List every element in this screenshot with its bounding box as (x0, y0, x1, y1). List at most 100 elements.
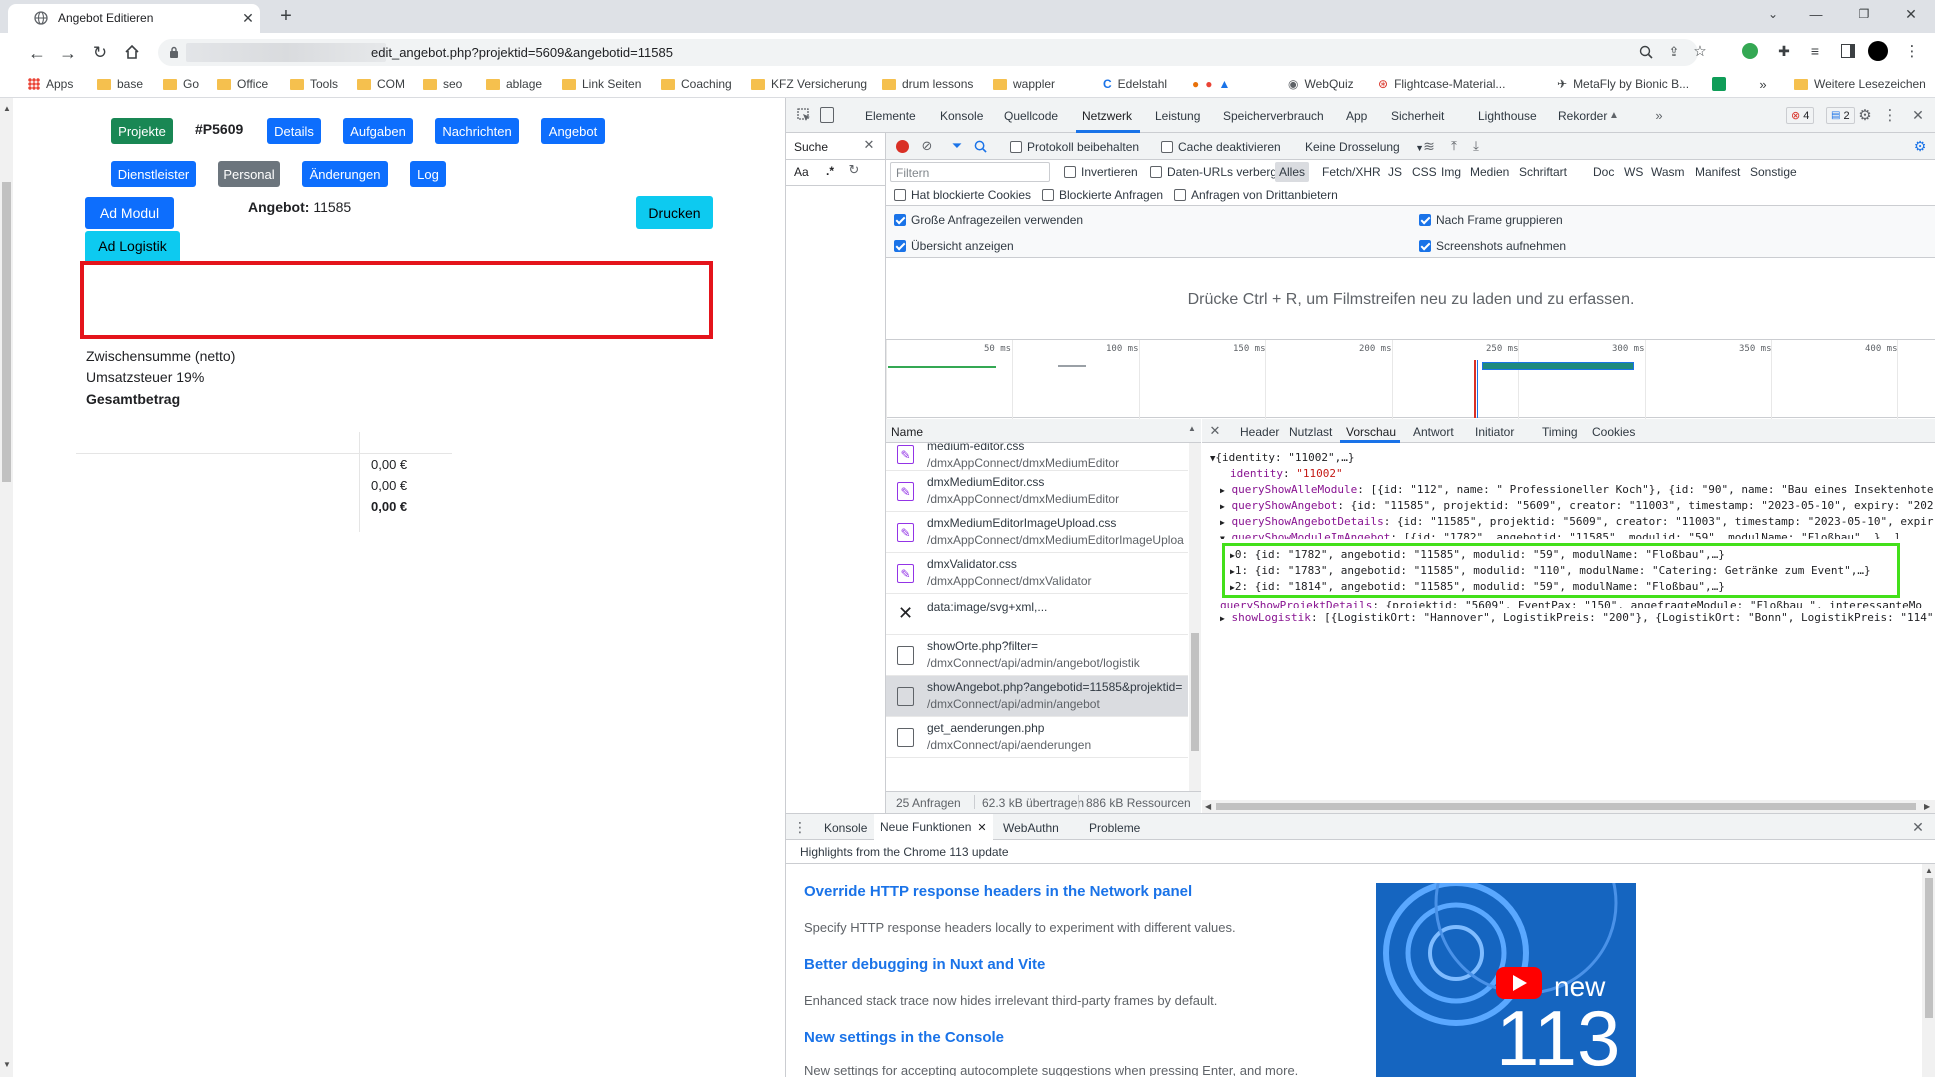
aufgaben-button[interactable]: Aufgaben (343, 118, 413, 144)
scroll-up-icon[interactable]: ▲ (3, 104, 11, 113)
drawer-scrollbar[interactable]: ▲ (1922, 864, 1935, 1077)
request-row[interactable]: get_aenderungen.php /dmxConnect/api/aend… (886, 717, 1188, 758)
blocked-requests-checkbox[interactable]: Blockierte Anfragen (1042, 188, 1163, 202)
request-row[interactable]: ✎ dmxMediumEditor.css /dmxAppConnect/dmx… (886, 471, 1188, 512)
bookmark-star-icon[interactable]: ☆ (1692, 43, 1708, 60)
device-toolbar-icon[interactable] (820, 107, 834, 123)
show-overview-checkbox[interactable]: Übersicht anzeigen (894, 239, 1014, 253)
search-network-icon[interactable] (972, 138, 988, 154)
tab-sicherheit[interactable]: Sicherheit (1391, 109, 1444, 123)
forward-icon[interactable]: → (58, 43, 78, 63)
home-icon[interactable] (122, 42, 142, 62)
scroll-left-icon[interactable]: ◀ (1205, 802, 1211, 811)
settings-gear-icon[interactable]: ⚙ (1856, 106, 1874, 124)
search-tab-label[interactable]: Suche (794, 140, 828, 154)
request-list-scrollbar-thumb[interactable] (1191, 633, 1199, 751)
json-query-show-angebot-details[interactable]: ▶ queryShowAngebotDetails: {id: "11585",… (1220, 515, 1933, 528)
json-query-show-module-im-angebot[interactable]: ▼ queryShowModuleImAngebot: [{id: "1782"… (1220, 531, 1900, 539)
filter-funnel-icon[interactable]: ⏷ (949, 138, 965, 154)
tab-konsole[interactable]: Konsole (940, 109, 983, 123)
hide-data-urls-checkbox[interactable]: Daten-URLs verbergen (1150, 165, 1290, 179)
refresh-search-icon[interactable]: ↻ (846, 162, 862, 178)
reading-list-icon[interactable]: ≡ (1806, 42, 1824, 60)
bookmark-kfz[interactable]: KFZ Versicherung (751, 70, 867, 98)
aenderungen-button[interactable]: Änderungen (302, 161, 388, 187)
personal-button[interactable]: Personal (218, 161, 280, 187)
bookmark-edelstahl[interactable]: C Edelstahl (1103, 70, 1167, 98)
tab-search-icon[interactable]: ⌄ (1765, 6, 1781, 22)
more-bookmarks-chevron-icon[interactable]: » (1756, 76, 1770, 92)
details-button[interactable]: Details (267, 118, 321, 144)
profile-avatar[interactable] (1868, 41, 1888, 61)
detail-tab-header[interactable]: Header (1240, 425, 1279, 439)
scroll-right-icon[interactable]: ▶ (1924, 802, 1930, 811)
json-query-show-projekt-details[interactable]: queryShowProjektDetails: {projektid: "56… (1220, 599, 1922, 608)
large-rows-checkbox[interactable]: Große Anfragezeilen verwenden (894, 213, 1083, 227)
tab-speicherverbrauch[interactable]: Speicherverbrauch (1223, 109, 1324, 123)
share-icon[interactable]: ⇪ (1666, 44, 1682, 60)
tab-netzwerk[interactable]: Netzwerk (1082, 109, 1132, 123)
throttling-select[interactable]: Keine Drosselung ▼ (1305, 140, 1424, 154)
sheets-icon[interactable] (1712, 77, 1726, 91)
bookmark-base[interactable]: base (97, 70, 143, 98)
ad-logistik-button[interactable]: Ad Logistik (85, 231, 180, 261)
tab-app[interactable]: App (1346, 109, 1367, 123)
bookmark-tools[interactable]: Tools (290, 70, 338, 98)
projekte-button[interactable]: Projekte (111, 118, 173, 144)
tab-elemente[interactable]: Elemente (865, 109, 916, 123)
devtools-menu-icon[interactable]: ⋮ (1883, 106, 1898, 124)
filter-type-css[interactable]: CSS (1412, 165, 1437, 179)
whats-new-feature-1[interactable]: Override HTTP response headers in the Ne… (804, 883, 1192, 900)
close-detail-icon[interactable]: ✕ (1208, 423, 1222, 439)
drawer-tab-probleme[interactable]: Probleme (1089, 821, 1140, 835)
inspect-element-icon[interactable] (796, 107, 812, 123)
drawer-tab-neue-funktionen[interactable]: Neue Funktionen ✕ (874, 814, 993, 840)
filter-type-wasm[interactable]: Wasm (1651, 165, 1685, 179)
detail-tab-nutzlast[interactable]: Nutzlast (1289, 425, 1332, 439)
drawer-tab-konsole[interactable]: Konsole (824, 821, 867, 835)
name-column-header[interactable]: Name ▲ (886, 419, 1201, 443)
drawer-menu-icon[interactable]: ⋮ (793, 818, 807, 836)
filter-type-media[interactable]: Medien (1470, 165, 1509, 179)
dienstleister-button[interactable]: Dienstleister (111, 161, 196, 187)
new-tab-icon[interactable]: + (276, 5, 296, 27)
invert-checkbox[interactable]: Invertieren (1064, 165, 1138, 179)
bookmark-link-seiten[interactable]: Link Seiten (562, 70, 641, 98)
tab-quellcode[interactable]: Quellcode (1004, 109, 1058, 123)
restore-icon[interactable]: ❐ (1856, 6, 1872, 22)
close-drawer-icon[interactable]: ✕ (1910, 818, 1926, 836)
request-row[interactable]: ✎ medium-editor.css /dmxAppConnect/dmxMe… (886, 443, 1188, 471)
detail-tab-vorschau[interactable]: Vorschau (1346, 425, 1396, 439)
disable-cache-checkbox[interactable]: Cache deaktivieren (1161, 140, 1281, 154)
detail-tab-cookies[interactable]: Cookies (1592, 425, 1635, 439)
address-bar[interactable]: edit_angebot.php?projektid=5609&angeboti… (158, 39, 1707, 66)
network-settings-icon[interactable]: ⚙ (1911, 137, 1929, 155)
filter-type-ws[interactable]: WS (1624, 165, 1643, 179)
json-root[interactable]: ▼{identity: "11002",…} (1210, 451, 1355, 464)
close-tab-icon[interactable]: ✕ (240, 10, 256, 26)
ad-modul-button[interactable]: Ad Modul (85, 197, 174, 229)
extensions-puzzle-icon[interactable]: ✚ (1775, 42, 1793, 60)
bookmark-metafly[interactable]: ✈ MetaFly by Bionic B... (1557, 70, 1689, 98)
page-scrollbar-thumb[interactable] (2, 182, 11, 482)
error-badge[interactable]: ⊗ 4 (1786, 107, 1815, 124)
feature-title[interactable]: New settings in the Console (804, 1029, 1004, 1046)
back-icon[interactable]: ← (27, 43, 47, 63)
capture-screenshots-checkbox[interactable]: Screenshots aufnehmen (1419, 239, 1566, 253)
feature-title[interactable]: Override HTTP response headers in the Ne… (804, 883, 1192, 900)
drawer-scrollbar-thumb[interactable] (1925, 878, 1933, 1018)
whats-new-feature-3[interactable]: New settings in the Console (804, 1029, 1004, 1046)
bookmark-coaching[interactable]: Coaching (661, 70, 732, 98)
scroll-down-icon[interactable]: ▼ (3, 1060, 11, 1069)
regex-toggle[interactable]: .* (826, 164, 834, 178)
message-badge[interactable]: ▤ 2 (1826, 107, 1855, 124)
bookmark-ablage[interactable]: ablage (486, 70, 542, 98)
reload-icon[interactable]: ↻ (90, 43, 110, 63)
export-har-icon[interactable]: ⤓ (1468, 137, 1484, 155)
network-conditions-icon[interactable]: ≋ (1420, 137, 1438, 155)
detail-tab-antwort[interactable]: Antwort (1413, 425, 1454, 439)
request-row[interactable]: showOrte.php?filter= /dmxConnect/api/adm… (886, 635, 1188, 676)
preview-h-scrollbar[interactable]: ◀ ▶ (1202, 800, 1935, 813)
filter-type-font[interactable]: Schriftart (1519, 165, 1567, 179)
preview-h-scrollbar-thumb[interactable] (1216, 803, 1916, 810)
